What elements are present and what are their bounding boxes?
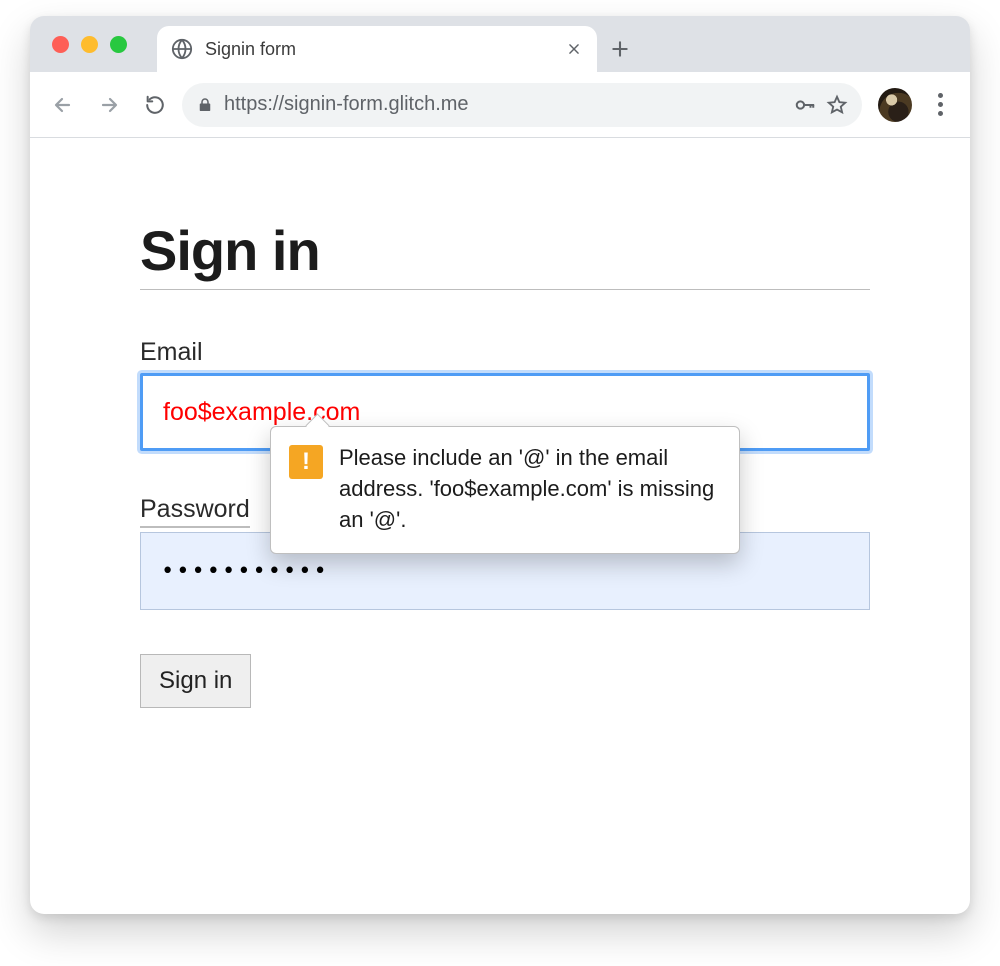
- globe-icon: [171, 38, 193, 60]
- address-bar[interactable]: https://signin-form.glitch.me: [182, 83, 862, 127]
- heading-divider: [140, 289, 870, 290]
- forward-button[interactable]: [90, 86, 128, 124]
- back-button[interactable]: [44, 86, 82, 124]
- sign-in-button[interactable]: Sign in: [140, 654, 251, 708]
- maximize-window-button[interactable]: [110, 36, 127, 53]
- reload-button[interactable]: [136, 86, 174, 124]
- minimize-window-button[interactable]: [81, 36, 98, 53]
- page-title: Sign in: [140, 218, 870, 283]
- browser-tab[interactable]: Signin form: [157, 26, 597, 72]
- validation-message: Please include an '@' in the email addre…: [339, 443, 719, 535]
- tab-strip: Signin form: [30, 16, 970, 72]
- profile-avatar[interactable]: [878, 88, 912, 122]
- tab-title: Signin form: [205, 39, 565, 60]
- warning-icon: !: [289, 445, 323, 479]
- lock-icon: [196, 96, 214, 114]
- validation-tooltip: ! Please include an '@' in the email add…: [270, 426, 740, 554]
- page-content: Sign in Email ! Please include an '@' in…: [30, 138, 970, 748]
- browser-menu-button[interactable]: [924, 93, 956, 116]
- browser-window: Signin form: [30, 16, 970, 914]
- url-text: https://signin-form.glitch.me: [224, 93, 784, 116]
- close-tab-button[interactable]: [565, 40, 583, 58]
- window-controls: [52, 36, 127, 53]
- close-window-button[interactable]: [52, 36, 69, 53]
- password-label: Password: [140, 495, 250, 528]
- email-field-group: Email ! Please include an '@' in the ema…: [140, 338, 870, 451]
- new-tab-button[interactable]: [597, 26, 643, 72]
- browser-toolbar: https://signin-form.glitch.me: [30, 72, 970, 138]
- star-icon[interactable]: [826, 94, 848, 116]
- key-icon[interactable]: [794, 94, 816, 116]
- email-label: Email: [140, 338, 203, 369]
